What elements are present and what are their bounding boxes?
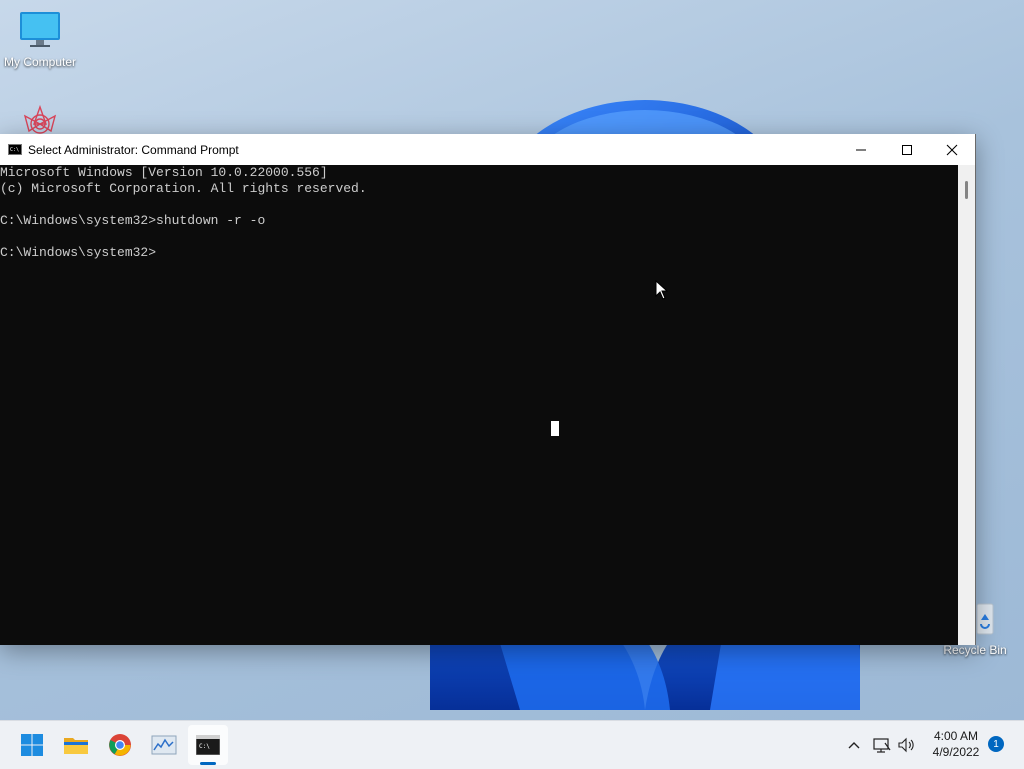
console-line: C:\Windows\system32>shutdown -r -o: [0, 213, 266, 228]
taskbar-resource-monitor[interactable]: [144, 725, 184, 765]
taskbar: C:\ 4:00 AM 4/9/2022: [0, 720, 1024, 769]
minimize-button[interactable]: [838, 134, 884, 165]
desktop-icon-label: My Computer: [3, 55, 77, 69]
maximize-button[interactable]: [884, 134, 930, 165]
clock-time: 4:00 AM: [933, 729, 979, 743]
clock-date: 4/9/2022: [932, 745, 980, 759]
network-icon: [873, 738, 891, 753]
console-line: C:\Windows\system32>: [0, 245, 157, 260]
close-button[interactable]: [929, 134, 975, 165]
console-line: Microsoft Windows [Version 10.0.22000.55…: [0, 165, 328, 180]
maximize-icon: [902, 144, 912, 155]
monitor-icon: [20, 12, 60, 47]
console-output[interactable]: Microsoft Windows [Version 10.0.22000.55…: [0, 165, 958, 645]
desktop-icon-label: Recycle Bin: [943, 643, 1007, 657]
scrollbar-thumb[interactable]: [965, 181, 968, 199]
cmd-icon: C:\: [8, 144, 22, 155]
folder-icon: [64, 738, 88, 754]
active-indicator: [200, 762, 216, 765]
taskbar-command-prompt[interactable]: C:\: [188, 725, 228, 765]
chevron-up-icon: [848, 742, 860, 749]
window-titlebar[interactable]: C:\ Select Administrator: Command Prompt: [0, 134, 975, 165]
monitor-graph-icon: [151, 735, 177, 755]
taskbar-clock[interactable]: 4:00 AM 4/9/2022: [920, 728, 992, 760]
vertical-scrollbar[interactable]: [958, 165, 975, 645]
volume-button[interactable]: [897, 735, 917, 755]
start-button[interactable]: [12, 725, 52, 765]
console-line: (c) Microsoft Corporation. All rights re…: [0, 181, 367, 196]
mouse-pointer-icon: [655, 280, 669, 300]
volume-icon: [898, 737, 914, 753]
close-icon: [946, 144, 958, 155]
svg-text:C:\: C:\: [10, 147, 19, 153]
network-button[interactable]: [872, 735, 892, 755]
flower-logo-icon: [23, 104, 57, 134]
text-caret: [551, 421, 559, 436]
minimize-icon: [856, 149, 866, 150]
desktop-icon-logo[interactable]: [0, 104, 80, 137]
taskbar-file-explorer[interactable]: [56, 725, 96, 765]
command-prompt-window[interactable]: C:\ Select Administrator: Command Prompt…: [0, 134, 976, 645]
notification-badge[interactable]: 1: [988, 736, 1004, 752]
svg-text:C:\: C:\: [199, 743, 210, 750]
window-title: Select Administrator: Command Prompt: [28, 142, 239, 157]
windows-start-icon: [21, 734, 43, 756]
desktop-icon-my-computer[interactable]: My Computer: [0, 10, 80, 69]
cmd-icon: C:\: [196, 735, 220, 755]
show-hidden-icons-button[interactable]: [844, 735, 864, 755]
chrome-icon: [109, 734, 131, 756]
taskbar-chrome[interactable]: [100, 725, 140, 765]
